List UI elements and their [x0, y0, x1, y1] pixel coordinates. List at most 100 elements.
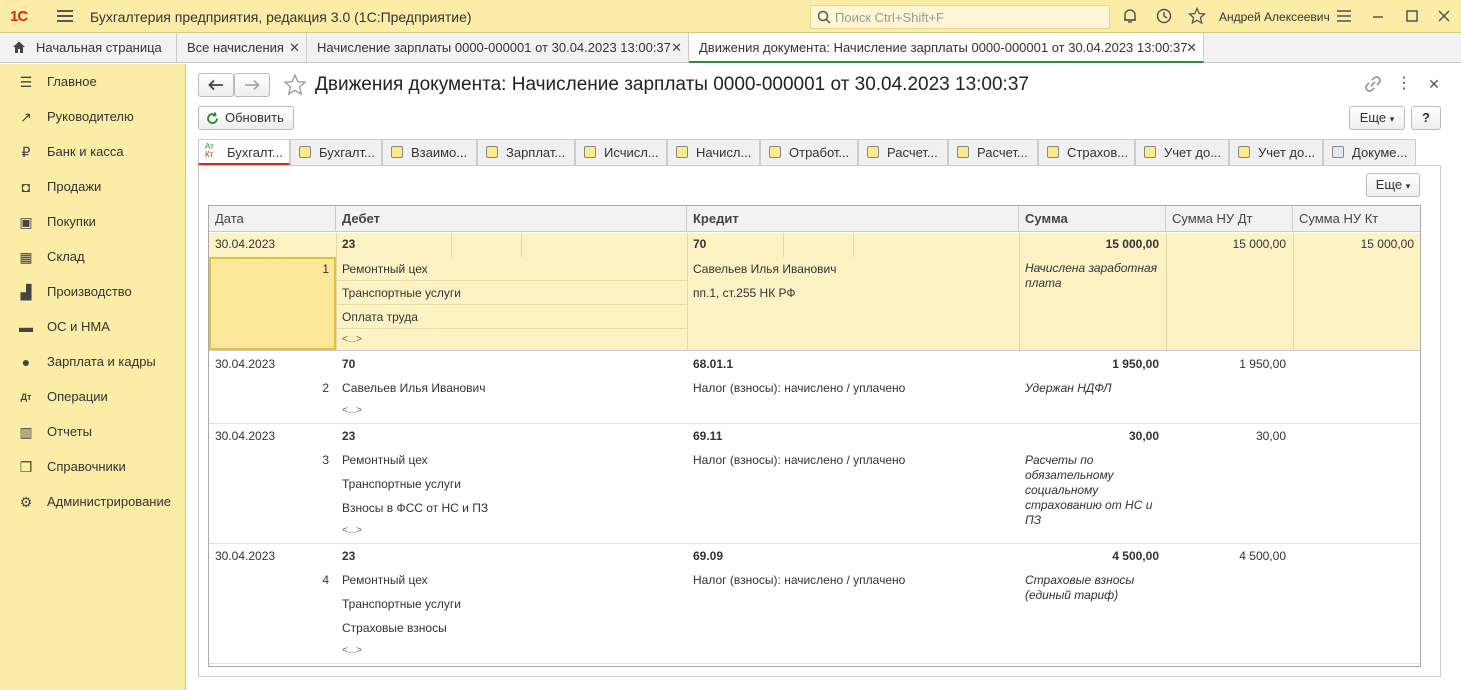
sidebar-item-salary[interactable]: ● Зарплата и кадры	[0, 344, 186, 379]
cell-debit-subconto: Страховые взносы	[342, 621, 447, 635]
tab-payroll-doc[interactable]: Начисление зарплаты 0000-000001 от 30.04…	[307, 33, 689, 63]
minimize-icon[interactable]	[1369, 7, 1387, 25]
close-form-icon[interactable]: ✕	[1426, 75, 1442, 93]
cell-line-number: 2	[322, 381, 329, 395]
column-header-debit[interactable]: Дебет	[336, 206, 687, 232]
cell-date: 30.04.2023	[215, 549, 276, 563]
tab-all-accruals[interactable]: Все начисления ✕	[177, 33, 307, 63]
subtab-11[interactable]: Учет до...	[1135, 139, 1229, 165]
subtab-8[interactable]: Расчет...	[858, 139, 948, 165]
sidebar-item-admin[interactable]: ⚙ Администрирование	[0, 484, 186, 519]
register-icon	[769, 146, 781, 158]
app-title: Бухгалтерия предприятия, редакция 3.0 (1…	[90, 9, 472, 25]
sidebar-item-reports[interactable]: ▥ Отчеты	[0, 414, 186, 449]
column-header-date[interactable]: Дата	[209, 206, 336, 232]
back-button[interactable]	[198, 73, 234, 97]
sidebar-item-bank[interactable]: ₽ Банк и касса	[0, 134, 186, 169]
subtab-accounting[interactable]: Ат Кт Бухгалт...	[198, 139, 290, 165]
cell-more-marker[interactable]: <...>	[342, 525, 362, 536]
cell-debit-account: 23	[342, 237, 356, 251]
home-icon	[13, 41, 25, 53]
sidebar-item-production[interactable]: ▟ Производство	[0, 274, 186, 309]
settings-lines-icon[interactable]	[1335, 7, 1353, 25]
sidebar-item-assets[interactable]: ▬ ОС и НМА	[0, 309, 186, 344]
trend-icon: ↗	[20, 109, 32, 125]
tab-home[interactable]: Начальная страница	[0, 33, 177, 63]
column-header-nu-dt[interactable]: Сумма НУ Дт	[1166, 206, 1293, 232]
close-icon[interactable]	[1435, 7, 1453, 25]
cell-debit-subconto: Транспортные услуги	[342, 597, 461, 611]
sidebar-item-manager[interactable]: ↗ Руководителю	[0, 99, 186, 134]
sidebar-item-warehouse[interactable]: ▦ Склад	[0, 239, 186, 274]
user-name[interactable]: Андрей Алексеевич	[1219, 10, 1330, 24]
sidebar-item-sales[interactable]: ◘ Продажи	[0, 169, 186, 204]
cell-more-marker[interactable]: <...>	[342, 405, 362, 416]
sidebar-item-directories[interactable]: ❐ Справочники	[0, 449, 186, 484]
close-tab-icon[interactable]: ✕	[671, 33, 682, 62]
bag-icon: ◘	[21, 179, 31, 195]
link-icon[interactable]	[1364, 75, 1382, 93]
register-icon	[486, 146, 498, 158]
help-button[interactable]: ?	[1411, 106, 1441, 130]
subtab-13[interactable]: Докуме...	[1323, 139, 1416, 165]
star-icon[interactable]	[1187, 6, 1207, 25]
subtab-2[interactable]: Бухгалт...	[290, 139, 382, 165]
person-icon: ●	[21, 354, 31, 370]
cell-more-marker[interactable]: <...>	[342, 334, 362, 345]
subtab-12[interactable]: Учет до...	[1229, 139, 1323, 165]
register-icon	[584, 146, 596, 158]
subtab-7[interactable]: Отработ...	[760, 139, 858, 165]
subtab-5[interactable]: Исчисл...	[575, 139, 667, 165]
column-header-credit[interactable]: Кредит	[687, 206, 1019, 232]
title-bar: 1С Бухгалтерия предприятия, редакция 3.0…	[0, 0, 1461, 33]
cell-sum: 4 500,00	[1112, 549, 1159, 563]
register-icon	[391, 146, 403, 158]
sidebar-item-label: Производство	[47, 284, 132, 299]
sidebar-item-main[interactable]: ☰ Главное	[0, 64, 186, 99]
subtab-label: Страхов...	[1067, 145, 1129, 160]
search-input[interactable]: Поиск Ctrl+Shift+F	[810, 5, 1110, 29]
cell-debit-subconto: Взносы в ФСС от НС и ПЗ	[342, 501, 489, 515]
main-menu-icon[interactable]	[57, 8, 73, 24]
close-tab-icon[interactable]: ✕	[1186, 33, 1197, 61]
cell-more-marker[interactable]: <...>	[342, 645, 362, 656]
register-icon	[1047, 146, 1059, 158]
subtab-6[interactable]: Начисл...	[667, 139, 760, 165]
more-button[interactable]: Еще ▾	[1349, 106, 1405, 130]
movements-table[interactable]: Дата Дебет Кредит Сумма Сумма НУ Дт Сумм…	[208, 205, 1421, 667]
close-tab-icon[interactable]: ✕	[289, 33, 300, 62]
refresh-icon	[207, 112, 218, 124]
cell-credit-subconto: Налог (взносы): начислено / уплачено	[693, 573, 906, 587]
arrow-right-icon	[245, 79, 260, 91]
more-vert-icon[interactable]: ⋮	[1396, 75, 1412, 93]
sidebar-item-purchases[interactable]: ▣ Покупки	[0, 204, 186, 239]
subtab-10[interactable]: Страхов...	[1038, 139, 1135, 165]
column-header-sum[interactable]: Сумма	[1019, 206, 1166, 232]
refresh-button[interactable]: Обновить	[198, 106, 294, 130]
tab-doc-movements[interactable]: Движения документа: Начисление зарплаты …	[689, 33, 1204, 63]
cell-credit-account: 70	[693, 237, 707, 251]
grid-more-button[interactable]: Еще ▾	[1366, 173, 1420, 197]
subtab-9[interactable]: Расчет...	[948, 139, 1038, 165]
sidebar-item-label: Справочники	[47, 459, 126, 474]
subtab-3[interactable]: Взаимо...	[382, 139, 477, 165]
column-header-nu-kt[interactable]: Сумма НУ Кт	[1293, 206, 1420, 232]
sidebar-item-operations[interactable]: Дт Операции	[0, 379, 186, 414]
cell-sum: 30,00	[1128, 429, 1159, 443]
maximize-icon[interactable]	[1403, 7, 1421, 25]
more-label: Еще	[1359, 110, 1387, 125]
cell-credit-subconto: пп.1, ст.255 НК РФ	[693, 286, 796, 300]
cart-icon: ▣	[19, 214, 33, 230]
subtab-label: Расчет...	[887, 145, 938, 160]
table-icon	[1332, 146, 1344, 158]
forward-button[interactable]	[234, 73, 270, 97]
arrow-left-icon	[208, 79, 223, 91]
favorite-star-icon[interactable]	[283, 73, 307, 97]
ruble-icon: ₽	[21, 144, 31, 160]
sidebar-item-label: Руководителю	[47, 109, 134, 124]
cell-credit-account: 69.09	[693, 549, 724, 563]
bell-icon[interactable]	[1121, 7, 1139, 25]
history-icon[interactable]	[1155, 7, 1173, 25]
subtab-4[interactable]: Зарплат...	[477, 139, 575, 165]
tab-label: Движения документа: Начисление зарплаты …	[699, 40, 1188, 55]
